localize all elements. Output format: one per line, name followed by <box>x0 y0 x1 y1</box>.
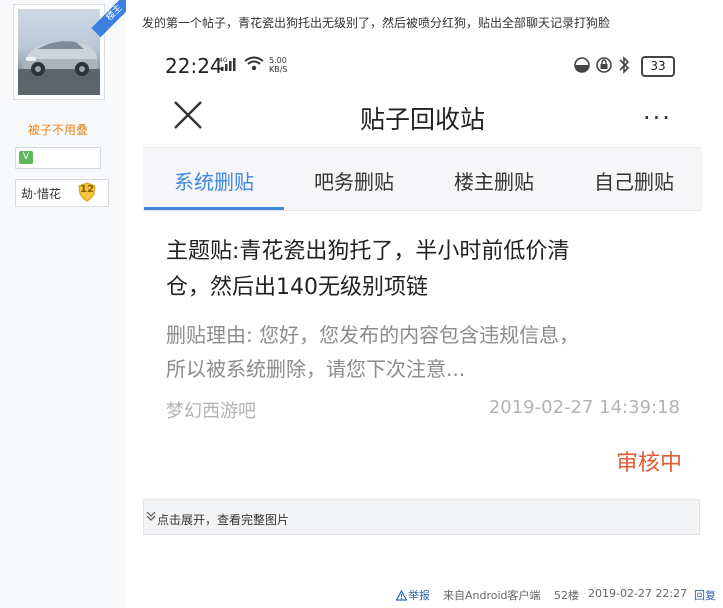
delete-reason: 删贴理由: 您好，您发布的内容包含违规信息， 所以被系统删除，请您下次注意... <box>166 318 676 386</box>
deleted-post-title-line1: 主题贴:青花瓷出狗托了，半小时前低价清 <box>166 239 570 264</box>
client-source: 来自Android客户端 <box>443 589 541 602</box>
forum-name: 梦幻西游吧 <box>166 401 256 422</box>
review-status: 审核中 <box>615 451 682 476</box>
tab-admin-delete[interactable]: 吧务删贴 <box>284 166 424 195</box>
username-link[interactable]: 被子不用叠 <box>0 121 116 138</box>
vip-level-icon: V <box>19 151 33 164</box>
more-options-icon[interactable]: ··· <box>643 104 672 132</box>
fan-title: 劫·惜花 <box>21 187 61 201</box>
svg-text:4G: 4G <box>219 57 228 64</box>
reply-link[interactable]: 回复 <box>694 587 716 603</box>
warning-icon <box>396 590 407 601</box>
nav-title: 贴子回收站 <box>359 105 485 134</box>
fan-title-badge[interactable]: 劫·惜花 12 <box>15 179 109 207</box>
fan-level-shield-icon: 12 <box>77 182 97 202</box>
deleted-post-title[interactable]: 主题贴:青花瓷出狗托了，半小时前低价清 仓，然后出140无级别项链 <box>166 234 676 306</box>
owner-ribbon: 楼主 <box>86 0 126 40</box>
delete-timestamp: 2019-02-27 14:39:18 <box>488 397 680 418</box>
tab-self-delete[interactable]: 自己删贴 <box>564 166 702 195</box>
active-tab-indicator <box>144 207 284 210</box>
expand-image-button[interactable]: 点击展开，查看完整图片 <box>143 499 700 535</box>
phone-status-bar: 22:24 4G 5.00 KB/S 33 <box>143 40 702 90</box>
delete-reason-line1: 删贴理由: 您好，您发布的内容包含违规信息， <box>166 323 580 347</box>
tab-system-delete[interactable]: 系统删贴 <box>144 166 284 195</box>
report-label: 举报 <box>408 589 430 602</box>
status-icons: 33 <box>573 56 693 77</box>
report-link[interactable]: 举报 <box>396 587 430 603</box>
post-footer: 举报 来自Android客户端 52楼 2019-02-27 22:27 回复 <box>380 587 723 603</box>
battery-icon: 33 <box>641 56 675 77</box>
post-time: 2019-02-27 22:27 <box>588 587 688 600</box>
status-indicator-icons <box>574 56 630 74</box>
nav-bar: 贴子回收站 ··· <box>143 90 702 146</box>
deleted-post-title-line2: 仓，然后出140无级别项链 <box>166 275 428 300</box>
expand-image-label: 点击展开，查看完整图片 <box>157 513 290 527</box>
post-image[interactable]: 22:24 4G 5.00 KB/S 33 贴子回收站 ··· 系统删贴 吧务删… <box>143 40 702 499</box>
status-time: 22:24 <box>165 54 223 78</box>
chevron-down-icon <box>146 511 156 521</box>
signal-wifi-icon: 4G <box>219 56 264 71</box>
delete-reason-line2: 所以被系统删除，请您下次注意... <box>166 357 466 381</box>
member-level-box[interactable]: V <box>15 147 101 169</box>
tab-owner-delete[interactable]: 楼主删贴 <box>424 166 564 195</box>
owner-ribbon-label: 楼主 <box>91 0 126 38</box>
network-speed-value: 5.00 <box>269 56 287 65</box>
post-content-text: 发的第一个帖子，青花瓷出狗托出无级别了，然后被喷分红狗，贴出全部聊天记录打狗脸 <box>142 16 611 30</box>
floor-number: 52楼 <box>554 589 579 602</box>
fan-level-number: 12 <box>80 184 94 195</box>
network-speed-unit: KB/S <box>269 65 288 74</box>
network-speed: 5.00 KB/S <box>269 56 288 74</box>
recycle-tabs: 系统删贴 吧务删贴 楼主删贴 自己删贴 <box>143 147 702 211</box>
author-column: 楼主 被子不用叠 V 劫·惜花 12 <box>0 0 126 608</box>
